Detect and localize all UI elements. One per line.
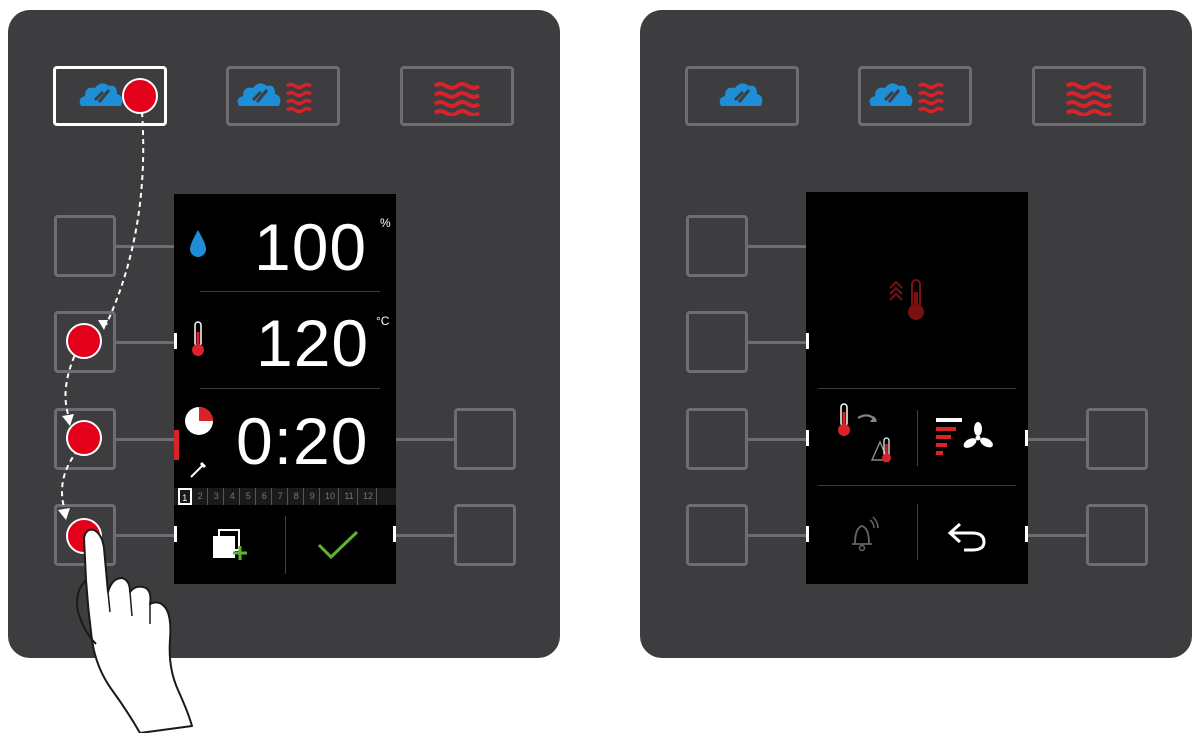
hand-pointer-icon	[76, 528, 193, 733]
